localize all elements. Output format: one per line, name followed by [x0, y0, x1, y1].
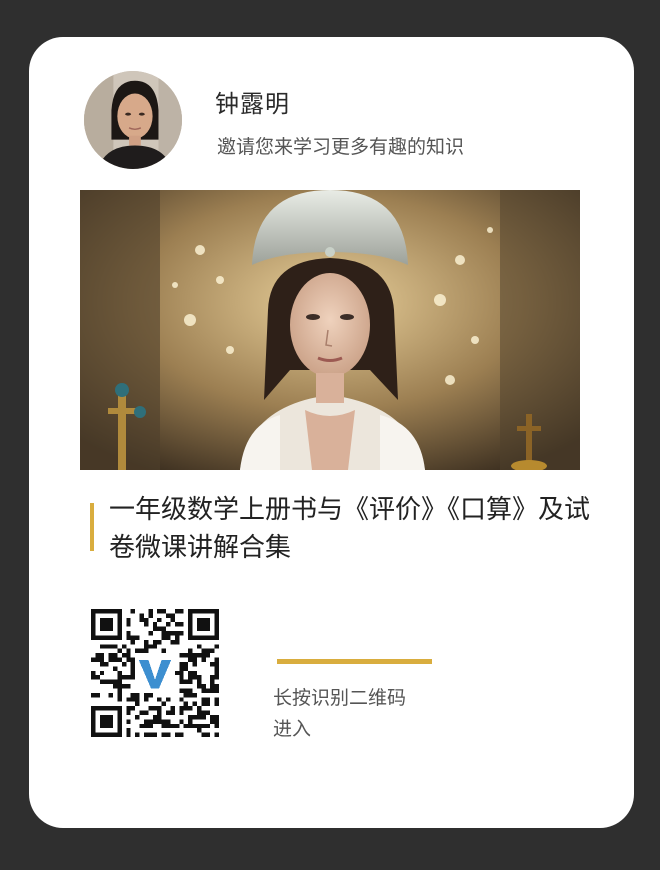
avatar	[84, 71, 182, 169]
invite-text: 邀请您来学习更多有趣的知识	[217, 136, 465, 158]
user-name: 钟露明	[215, 90, 290, 118]
person-photo-icon	[84, 71, 182, 169]
course-title[interactable]: 一年级数学上册书与《评价》《口算》及试卷微课讲解合集	[109, 491, 609, 567]
qr-hint-line2: 进入	[273, 718, 312, 740]
qr-hint: 长按识别二维码 进入	[273, 683, 406, 745]
qr-code[interactable]	[91, 609, 219, 737]
qr-code-icon	[91, 609, 219, 737]
qr-hint-line1: 长按识别二维码	[273, 687, 407, 709]
course-cover-image[interactable]	[80, 190, 580, 470]
title-accent-bar	[90, 503, 94, 551]
share-card: 钟露明 邀请您来学习更多有趣的知识 一年级数学上册书与《评价》《口算》及试卷微课…	[29, 37, 634, 828]
course-cover-image	[80, 190, 580, 470]
hint-divider	[277, 659, 432, 664]
